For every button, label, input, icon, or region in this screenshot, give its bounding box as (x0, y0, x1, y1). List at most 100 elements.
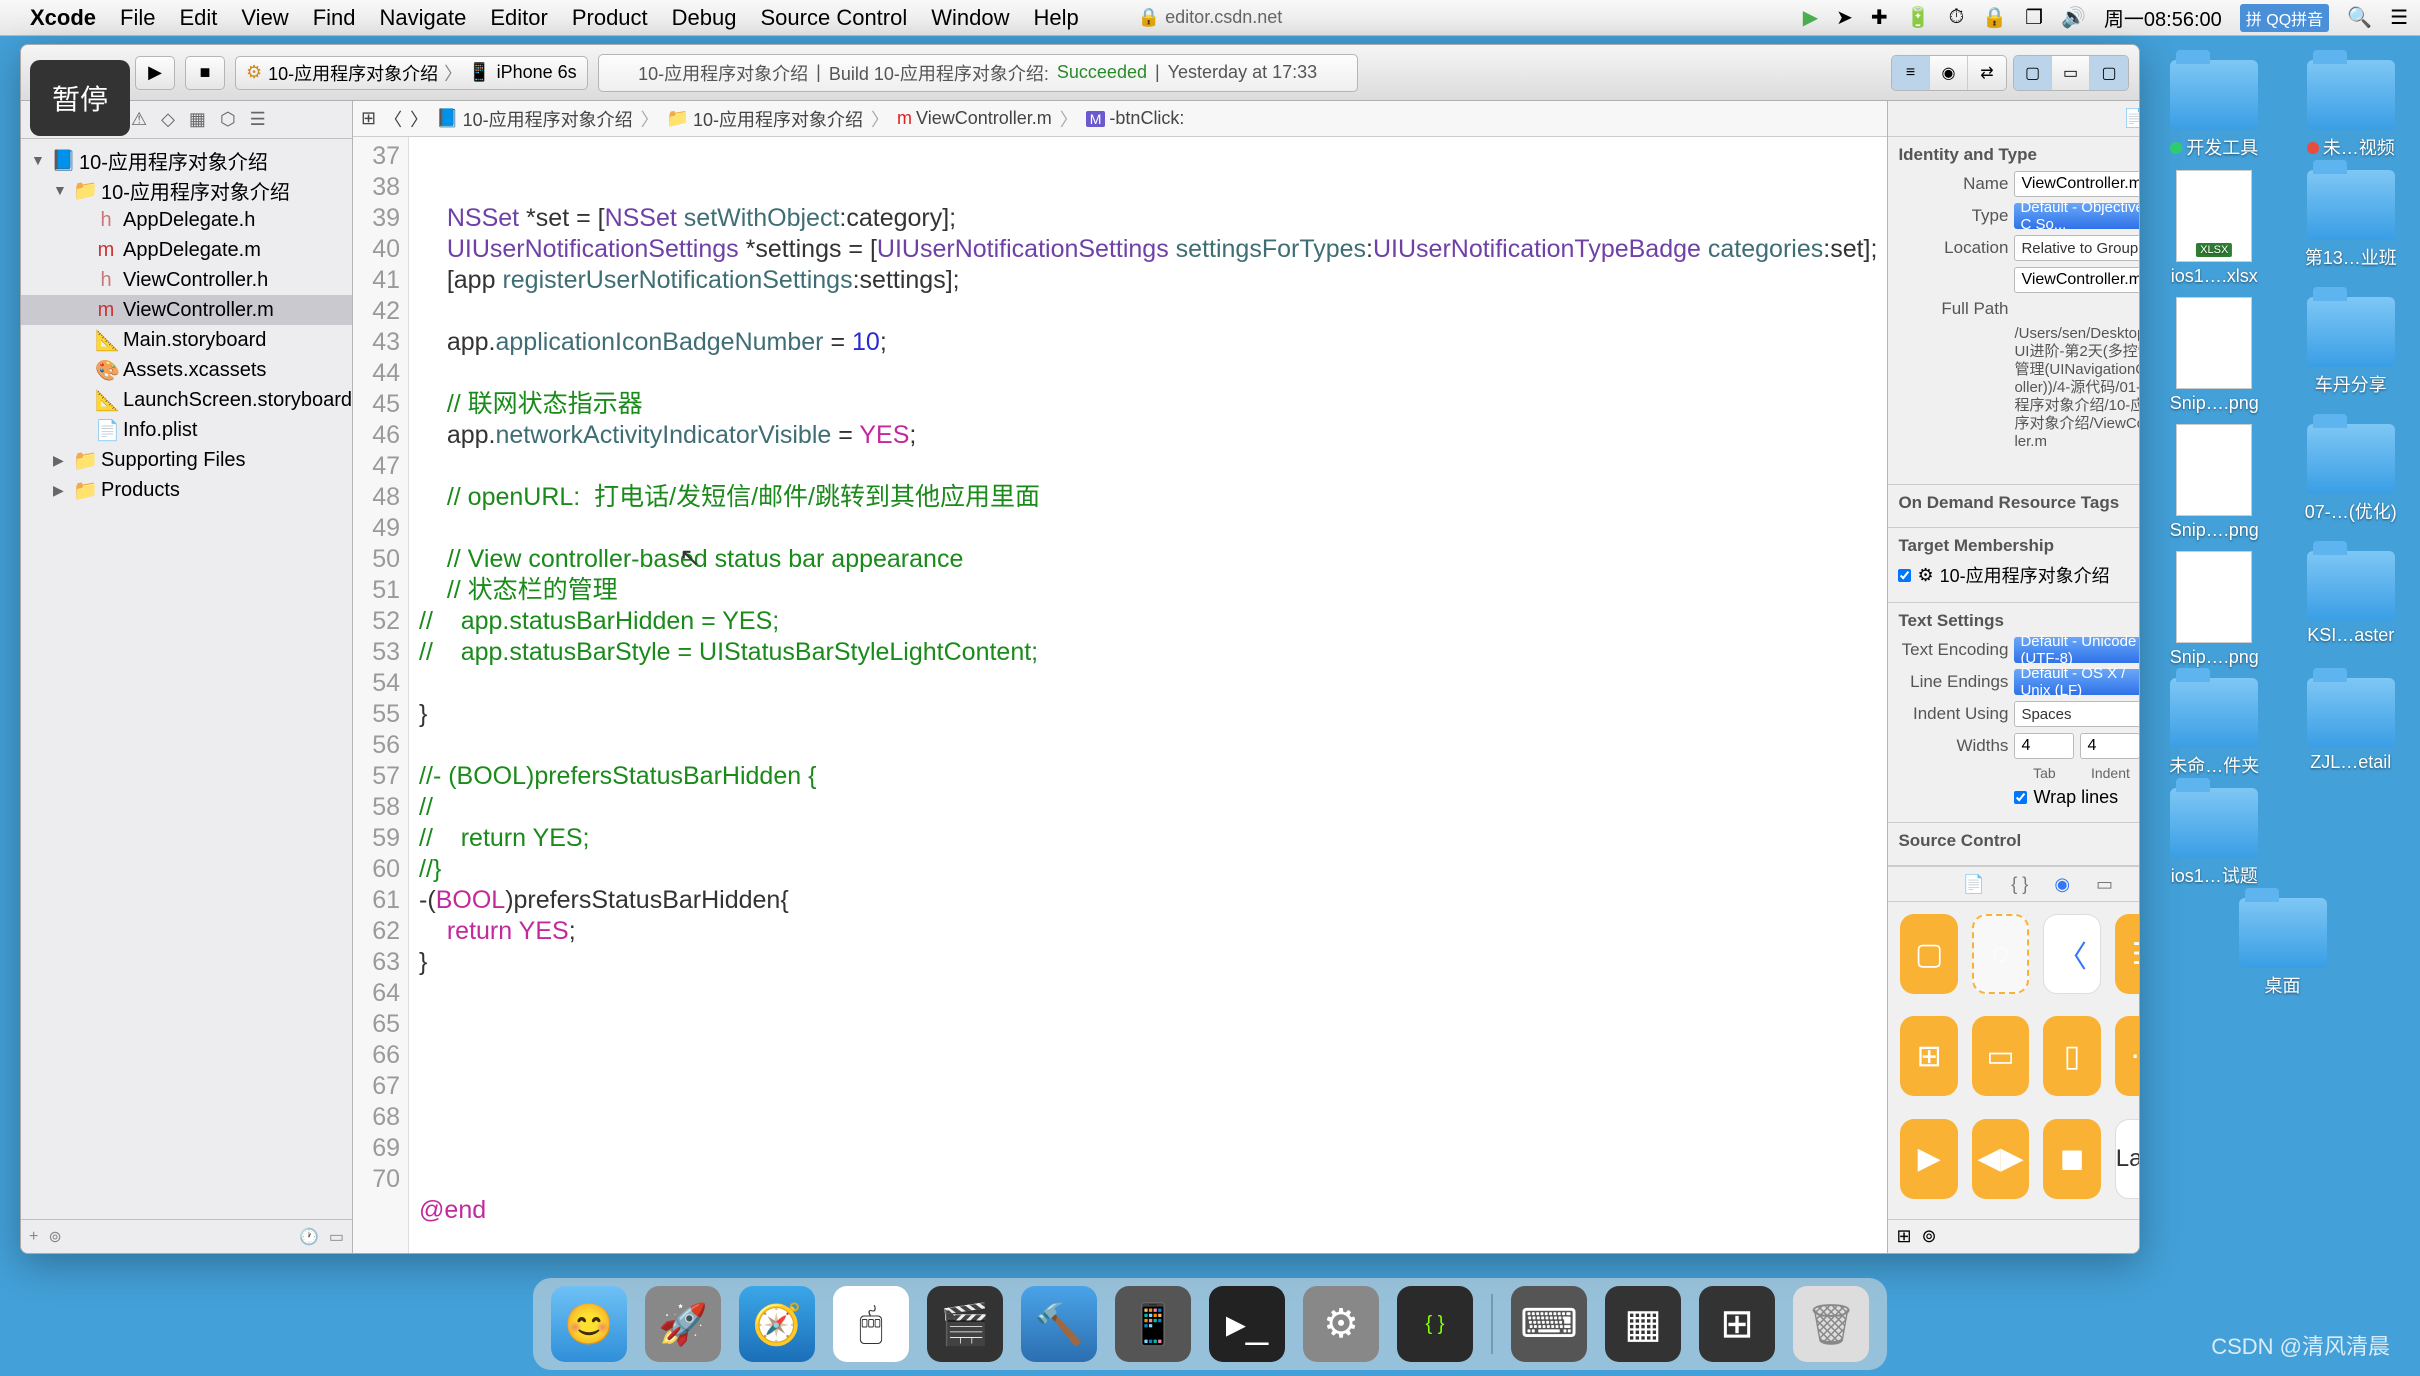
status-battery-icon[interactable]: 🔋 (1906, 5, 1931, 30)
wrap-checkbox[interactable] (2014, 791, 2027, 804)
library-filter-bar[interactable]: ⊞ ⊚ (1888, 1219, 2139, 1253)
project-tree[interactable]: ▼📘10-应用程序对象介绍▼📁10-应用程序对象介绍hAppDelegate.h… (21, 139, 352, 1219)
dock-safari[interactable]: 🧭 (739, 1286, 815, 1362)
menu-file[interactable]: File (120, 5, 155, 31)
status-notifications-icon[interactable]: ☰ (2390, 5, 2408, 30)
stop-button[interactable]: ■ (185, 56, 225, 90)
lib-view[interactable]: ▢ (1900, 914, 1957, 994)
status-volume-icon[interactable]: 🔊 (2061, 5, 2086, 30)
status-add-icon[interactable]: ✚ (1871, 5, 1888, 30)
code-editor[interactable]: 3738394041424344454647484950515253545556… (353, 137, 1887, 1253)
status-play-icon[interactable]: ▶ (1803, 5, 1818, 30)
desktop-item[interactable]: Snip….png (2155, 551, 2274, 668)
lib-tab[interactable]: ▭ (1972, 1016, 2029, 1096)
breakpoint-nav-icon[interactable]: ⬡ (220, 109, 236, 130)
tree-item[interactable]: 📐LaunchScreen.storyboard (21, 385, 352, 415)
add-icon[interactable]: + (29, 1228, 38, 1246)
object-library-icon[interactable]: ◉ (2054, 874, 2070, 895)
code-content[interactable]: NSSet *set = [NSSet setWithObject:catego… (409, 137, 1887, 1253)
desktop-item[interactable]: 开发工具 (2155, 60, 2274, 160)
lib-page[interactable]: ⋯ (2115, 1016, 2139, 1096)
indent-width-field[interactable]: 4 (2080, 733, 2139, 759)
library-tabs[interactable]: 📄 { } ◉ ▭ (1888, 866, 2139, 902)
desktop-item[interactable]: ZJL…etail (2292, 678, 2411, 778)
standard-editor-icon[interactable]: ≡ (1892, 56, 1930, 90)
name-field[interactable]: ViewController.m (2014, 171, 2139, 197)
lib-table[interactable]: ☰ (2115, 914, 2139, 994)
menu-debug[interactable]: Debug (672, 5, 737, 31)
encoding-select[interactable]: Default - Unicode (UTF-8)⌄ (2014, 637, 2139, 663)
lib-split[interactable]: ▯ (2043, 1016, 2100, 1096)
status-clock[interactable]: 周一08:56:00 (2104, 3, 2222, 32)
dock-settings[interactable]: ⚙ (1303, 1286, 1379, 1362)
status-screen-icon[interactable]: ❐ (2025, 5, 2043, 30)
dock-terminal[interactable]: ▸_ (1209, 1286, 1285, 1362)
menu-app[interactable]: Xcode (30, 5, 96, 31)
tree-item[interactable]: 📄Info.plist (21, 415, 352, 445)
target-checkbox[interactable] (1898, 569, 1911, 582)
dock-mouse[interactable]: 🖱 (833, 1286, 909, 1362)
file-inspector-icon[interactable]: 📄 (2123, 108, 2139, 129)
desktop-item[interactable]: Snip….png (2155, 297, 2274, 414)
test-nav-icon[interactable]: ◇ (161, 109, 175, 130)
menu-edit[interactable]: Edit (179, 5, 217, 31)
report-nav-icon[interactable]: ☰ (250, 109, 266, 130)
navigator-filter-bar[interactable]: + ⊚ 🕐 ▭ (21, 1219, 352, 1253)
menu-product[interactable]: Product (572, 5, 648, 31)
assistant-editor-icon[interactable]: ◉ (1930, 56, 1968, 90)
filter-icon[interactable]: ⊚ (48, 1227, 61, 1247)
desktop-item[interactable]: KSI…aster (2292, 551, 2411, 668)
inspector-tabs[interactable]: 📄 ? (1888, 101, 2139, 137)
dock-app1[interactable]: ⌨ (1511, 1286, 1587, 1362)
tree-item[interactable]: mAppDelegate.m (21, 235, 352, 265)
tree-item[interactable]: hAppDelegate.h (21, 205, 352, 235)
editor-mode-segment[interactable]: ≡ ◉ ⇄ (1891, 55, 2007, 91)
tree-item[interactable]: ▶📁Products (21, 475, 352, 505)
jump-bar[interactable]: ⊞ 〈 〉 📘10-应用程序对象介绍〉 📁10-应用程序对象介绍〉 m View… (353, 101, 1887, 137)
tree-item[interactable]: 📐Main.storyboard (21, 325, 352, 355)
lineending-select[interactable]: Default - OS X / Unix (LF)⌄ (2014, 669, 2139, 695)
status-search-icon[interactable]: 🔍 (2347, 5, 2372, 30)
tree-item[interactable]: 🎨Assets.xcassets (21, 355, 352, 385)
grid-view-icon[interactable]: ⊞ (1896, 1226, 1911, 1247)
tree-item[interactable]: ▼📘10-应用程序对象介绍 (21, 145, 352, 175)
type-select[interactable]: Default - Objective-C So...⌄ (2014, 203, 2139, 229)
indent-select[interactable]: Spaces⌄ (2014, 701, 2139, 727)
media-library-icon[interactable]: ▭ (2096, 874, 2113, 895)
debug-nav-icon[interactable]: ▦ (189, 109, 206, 130)
lib-label[interactable]: Label (2115, 1119, 2139, 1199)
status-lock-icon[interactable]: 🔒 (1982, 5, 2007, 30)
scheme-selector[interactable]: ⚙10-应用程序对象介绍〉 📱iPhone 6s (235, 56, 588, 90)
desktop-item[interactable]: 第13…业班 (2292, 170, 2411, 287)
lib-gl[interactable]: ◀▶ (1972, 1119, 2029, 1199)
lib-cube[interactable]: ◼ (2043, 1119, 2100, 1199)
back-icon[interactable]: 〈 (384, 106, 402, 132)
tab-width-field[interactable]: 4 (2014, 733, 2074, 759)
desktop-item[interactable]: 未…视频 (2292, 60, 2411, 160)
menu-navigate[interactable]: Navigate (380, 5, 467, 31)
dock-launchpad[interactable]: 🚀 (645, 1286, 721, 1362)
debug-toggle-icon[interactable]: ▭ (2052, 56, 2090, 90)
file-template-icon[interactable]: 📄 (1963, 874, 1985, 895)
issue-nav-icon[interactable]: ⚠ (131, 109, 147, 130)
panel-toggle-segment[interactable]: ▢ ▭ ▢ (2013, 55, 2129, 91)
desktop-item[interactable]: 车丹分享 (2292, 297, 2411, 414)
menu-help[interactable]: Help (1034, 5, 1079, 31)
tree-item[interactable]: ▼📁10-应用程序对象介绍 (21, 175, 352, 205)
desktop-item[interactable]: ios1…试题 (2155, 788, 2274, 888)
dock-finder[interactable]: 😊 (551, 1286, 627, 1362)
menu-window[interactable]: Window (931, 5, 1009, 31)
menu-sourcecontrol[interactable]: Source Control (761, 5, 908, 31)
tree-item[interactable]: mViewController.m (21, 295, 352, 325)
lib-nav[interactable]: 〈 (2043, 914, 2100, 994)
location-select[interactable]: Relative to Group⌄ (2014, 235, 2139, 261)
desktop-item[interactable]: Snip….png (2155, 424, 2274, 541)
dock-imovie[interactable]: 🎬 (927, 1286, 1003, 1362)
inspector-toggle-icon[interactable]: ▢ (2090, 56, 2128, 90)
dock[interactable]: 😊 🚀 🧭 🖱 🎬 🔨 📱 ▸_ ⚙ { } ⌨ ▦ ⊞ 🗑 (533, 1278, 1887, 1370)
status-ime[interactable]: 拼 QQ拼音 (2240, 4, 2329, 32)
related-items-icon[interactable]: ⊞ (361, 108, 376, 129)
object-library-grid[interactable]: ▢ ◌ 〈 ☰ ⊞ ▭ ▯ ⋯ ▶ ◀▶ ◼ Label (1888, 902, 2139, 1219)
dock-trash[interactable]: 🗑 (1793, 1286, 1869, 1362)
filter-field-icon[interactable]: ⊚ (1922, 1226, 1937, 1247)
